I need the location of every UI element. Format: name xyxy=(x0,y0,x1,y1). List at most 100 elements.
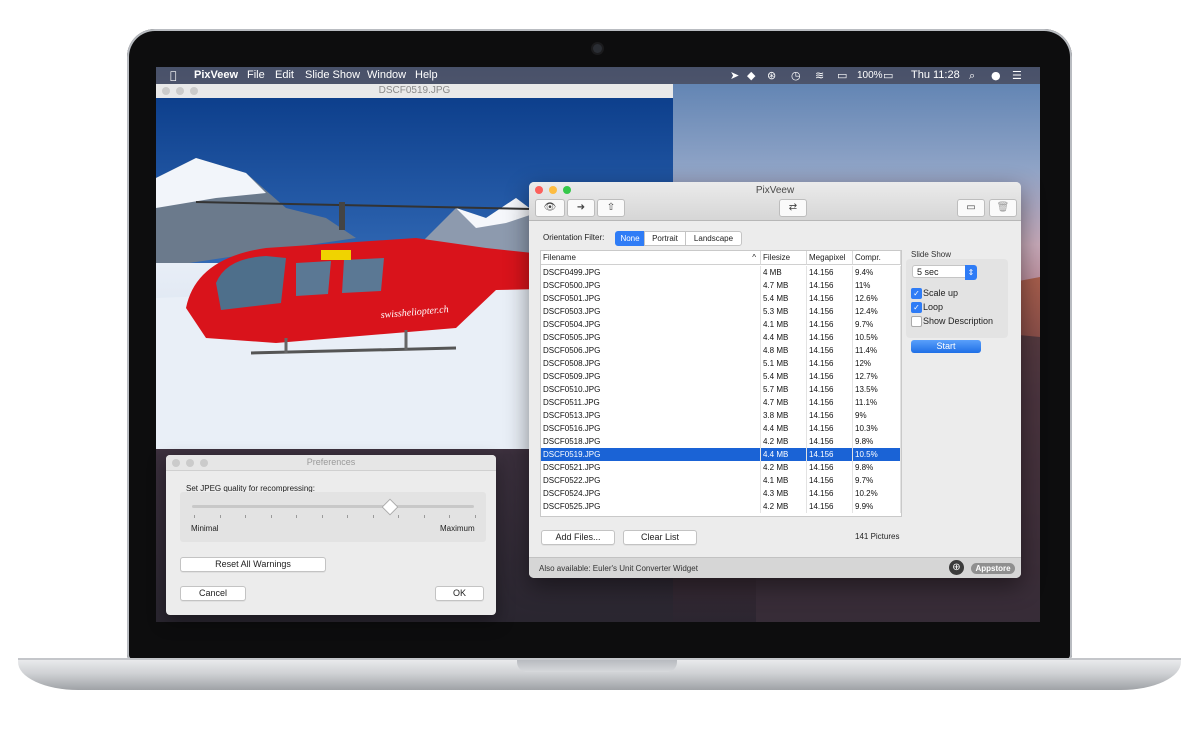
column-header-megapixel[interactable]: Megapixel xyxy=(807,251,853,265)
table-row[interactable]: DSCF0513.JPG 3.8 MB 14.156 9% xyxy=(541,409,901,422)
table-row[interactable]: DSCF0510.JPG 5.7 MB 14.156 13.5% xyxy=(541,383,901,396)
table-row[interactable]: DSCF0504.JPG 4.1 MB 14.156 9.7% xyxy=(541,318,901,331)
menu-file[interactable]: File xyxy=(247,67,265,84)
slider-tick xyxy=(321,515,323,518)
airplay-icon[interactable]: ▭ xyxy=(837,67,847,84)
siri-icon[interactable]: ● xyxy=(991,67,1001,84)
table-row[interactable]: DSCF0521.JPG 4.2 MB 14.156 9.8% xyxy=(541,461,901,474)
table-row[interactable]: DSCF0499.JPG 4 MB 14.156 9.4% xyxy=(541,266,901,279)
table-row[interactable]: DSCF0518.JPG 4.2 MB 14.156 9.8% xyxy=(541,435,901,448)
file-table[interactable]: Filename ^ Filesize Megapixel Compr. DSC… xyxy=(540,250,902,517)
ok-button[interactable]: OK xyxy=(435,586,484,601)
spotlight-search-icon[interactable]: ⌕ xyxy=(969,67,975,84)
loop-checkbox[interactable]: ✓ xyxy=(911,302,922,313)
menu-edit[interactable]: Edit xyxy=(275,67,294,84)
show-description-checkbox[interactable] xyxy=(911,316,922,327)
dropbox-icon[interactable]: ◆ xyxy=(747,67,755,84)
start-button[interactable]: Start xyxy=(911,340,981,353)
time-machine-icon[interactable]: ◷ xyxy=(791,67,801,84)
cell-filesize: 4.1 MB xyxy=(761,318,807,331)
cancel-button[interactable]: Cancel xyxy=(180,586,246,601)
table-row[interactable]: DSCF0516.JPG 4.4 MB 14.156 10.3% xyxy=(541,422,901,435)
cell-megapixel: 14.156 xyxy=(807,500,853,513)
table-row[interactable]: DSCF0519.JPG 4.4 MB 14.156 10.5% xyxy=(541,448,901,461)
menu-app-name[interactable]: PixVeew xyxy=(194,67,238,84)
close-button[interactable] xyxy=(162,87,170,95)
cell-filesize: 4.1 MB xyxy=(761,474,807,487)
main-window-title: PixVeew xyxy=(755,185,795,196)
cell-megapixel: 14.156 xyxy=(807,266,853,279)
slider-tick xyxy=(372,515,374,518)
reset-all-warnings-button[interactable]: Reset All Warnings xyxy=(180,557,326,572)
column-header-filesize[interactable]: Filesize xyxy=(761,251,807,265)
cell-megapixel: 14.156 xyxy=(807,331,853,344)
slider-tick xyxy=(245,515,246,518)
view-eye-icon[interactable]: 👁 xyxy=(535,199,565,217)
image-window-titlebar[interactable]: DSCF0519.JPG xyxy=(156,84,673,99)
table-row[interactable]: DSCF0511.JPG 4.7 MB 14.156 11.1% xyxy=(541,396,901,409)
apple-menu-icon[interactable]:  xyxy=(170,67,177,84)
next-arrow-icon[interactable]: ➜ xyxy=(567,199,595,217)
filter-none[interactable]: None xyxy=(615,231,645,246)
slider-max-label: Maximum xyxy=(440,524,475,533)
cell-filesize: 4.7 MB xyxy=(761,396,807,409)
table-row[interactable]: DSCF0505.JPG 4.4 MB 14.156 10.5% xyxy=(541,331,901,344)
column-header-filename[interactable]: Filename ^ xyxy=(541,251,761,265)
cell-compression: 10.5% xyxy=(853,448,901,461)
table-row[interactable]: DSCF0500.JPG 4.7 MB 14.156 11% xyxy=(541,279,901,292)
cell-filename: DSCF0510.JPG xyxy=(541,383,761,396)
shuffle-icon[interactable]: ⇄ xyxy=(779,199,807,217)
appstore-button[interactable]: Appstore xyxy=(971,563,1015,574)
column-header-compression[interactable]: Compr. xyxy=(853,251,901,265)
jpeg-quality-slider-track[interactable] xyxy=(192,505,474,508)
battery-icon[interactable]: ▭ xyxy=(883,67,893,84)
cell-filesize: 5.3 MB xyxy=(761,305,807,318)
notification-center-icon[interactable]: ☰ xyxy=(1012,67,1022,84)
table-row[interactable]: DSCF0525.JPG 4.2 MB 14.156 9.9% xyxy=(541,500,901,513)
sync-icon[interactable]: ⊛ xyxy=(767,67,776,84)
menu-slide-show[interactable]: Slide Show xyxy=(305,67,360,84)
picture-count: 141 Pictures xyxy=(855,532,900,541)
filter-portrait[interactable]: Portrait xyxy=(644,231,686,246)
location-icon[interactable]: ➤ xyxy=(730,67,739,84)
slider-tick xyxy=(449,515,450,518)
menu-help[interactable]: Help xyxy=(415,67,438,84)
table-row[interactable]: DSCF0509.JPG 5.4 MB 14.156 12.7% xyxy=(541,370,901,383)
scale-up-checkbox[interactable]: ✓ xyxy=(911,288,922,299)
cell-compression: 11.4% xyxy=(853,344,901,357)
table-row[interactable]: DSCF0506.JPG 4.8 MB 14.156 11.4% xyxy=(541,344,901,357)
cell-filename: DSCF0500.JPG xyxy=(541,279,761,292)
cell-compression: 12.4% xyxy=(853,305,901,318)
table-row[interactable]: DSCF0524.JPG 4.3 MB 14.156 10.2% xyxy=(541,487,901,500)
cell-filename: DSCF0511.JPG xyxy=(541,396,761,409)
cell-filename: DSCF0508.JPG xyxy=(541,357,761,370)
camera xyxy=(593,44,602,53)
add-files-button[interactable]: Add Files... xyxy=(541,530,615,545)
table-row[interactable]: DSCF0522.JPG 4.1 MB 14.156 9.7% xyxy=(541,474,901,487)
cell-filesize: 4.4 MB xyxy=(761,448,807,461)
menu-window[interactable]: Window xyxy=(367,67,406,84)
image-icon[interactable]: ▭ xyxy=(957,199,985,217)
slide-show-label: Slide Show xyxy=(911,250,952,259)
minimize-button[interactable] xyxy=(176,87,184,95)
share-icon[interactable]: ⇧ xyxy=(597,199,625,217)
zoom-button[interactable] xyxy=(190,87,198,95)
table-row[interactable]: DSCF0503.JPG 5.3 MB 14.156 12.4% xyxy=(541,305,901,318)
battery-percent[interactable]: 100% xyxy=(857,67,883,84)
filter-landscape[interactable]: Landscape xyxy=(685,231,742,246)
table-row[interactable]: DSCF0501.JPG 5.4 MB 14.156 12.6% xyxy=(541,292,901,305)
trash-icon[interactable]: 🗑 xyxy=(989,199,1017,217)
main-window-titlebar[interactable]: PixVeew 👁 ➜ ⇧ ⇄ ▭ 🗑 xyxy=(529,182,1021,221)
pixveew-main-window: PixVeew 👁 ➜ ⇧ ⇄ ▭ 🗑 Orientation Filter: … xyxy=(529,182,1021,578)
cell-megapixel: 14.156 xyxy=(807,474,853,487)
table-row[interactable]: DSCF0508.JPG 5.1 MB 14.156 12% xyxy=(541,357,901,370)
select-stepper-icon[interactable]: ⇕ xyxy=(965,265,977,280)
preferences-titlebar[interactable]: Preferences xyxy=(166,455,496,471)
wifi-icon[interactable]: ≋ xyxy=(815,67,824,84)
cell-compression: 12% xyxy=(853,357,901,370)
globe-icon[interactable]: ⊕ xyxy=(949,560,964,575)
cell-filename: DSCF0504.JPG xyxy=(541,318,761,331)
clear-list-button[interactable]: Clear List xyxy=(623,530,697,545)
cell-filesize: 4.4 MB xyxy=(761,422,807,435)
clock[interactable]: Thu 11:28 xyxy=(911,67,960,84)
